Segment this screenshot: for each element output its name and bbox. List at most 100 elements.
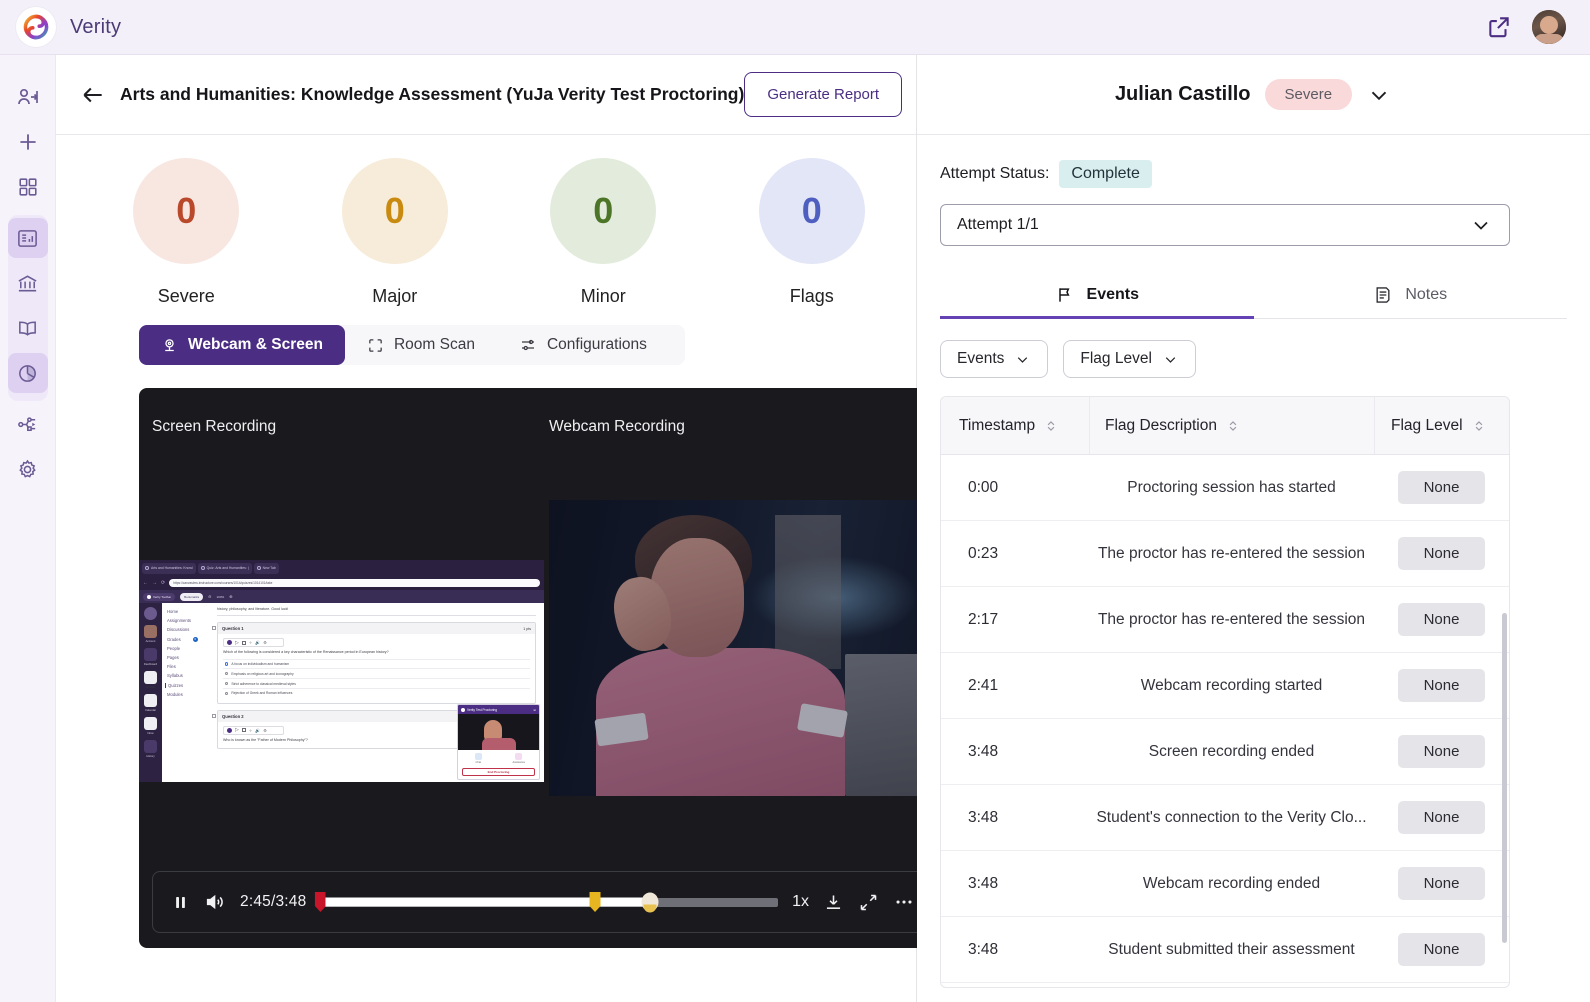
brand-logo-area[interactable]: Verity [16,7,121,47]
course-menu-item[interactable]: Files [167,664,209,669]
nav-forward-icon[interactable]: → [152,580,157,586]
flag-level-badge[interactable]: None [1398,933,1486,966]
course-menu-item[interactable]: Home [167,609,209,614]
table-row[interactable]: 0:00Proctoring session has startedNone [941,455,1509,521]
chevron-down-icon[interactable] [1366,82,1392,108]
generate-report-button[interactable]: Generate Report [744,72,902,117]
table-row[interactable]: 3:48Student's connection to the Verity C… [941,785,1509,851]
tab-notes[interactable]: Notes [1254,272,1568,318]
column-header-flag-description[interactable]: Flag Description [1089,397,1374,454]
column-header-flag-level[interactable]: Flag Level [1374,397,1509,454]
table-row[interactable]: 2:17The proctor has re-entered the sessi… [941,587,1509,653]
canvas-inbox-icon[interactable] [144,717,157,730]
settings-icon[interactable]: ⚙ [263,728,267,733]
browser-tab[interactable]: New Tab [254,563,279,574]
screen-recording-video[interactable]: Arts and Humanities: Knowl Quiz: Arts an… [139,560,544,782]
course-menu-item[interactable]: Pages [167,655,209,660]
canvas-history-icon[interactable] [144,740,157,753]
playhead-handle[interactable] [641,893,658,912]
widget-assistance-button[interactable]: Assistance [499,750,540,766]
sidebar-item-create[interactable] [8,122,48,162]
tab-room-scan[interactable]: Room Scan [345,325,497,365]
browser-tab[interactable]: Arts and Humanities: Knowl [142,563,196,574]
tab-webcam-and-screen[interactable]: Webcam & Screen [139,325,345,365]
filter-events[interactable]: Events [940,340,1048,378]
stop-icon[interactable] [242,728,246,732]
accessibility-icon[interactable] [227,640,232,645]
speaker-icon[interactable]: 🔊 [255,728,260,733]
canvas-dashboard-icon[interactable] [144,648,157,661]
tab-configurations[interactable]: Configurations [497,325,669,365]
event-marker[interactable] [590,892,601,912]
table-row[interactable]: 3:48Webcam recording endedNone [941,851,1509,917]
download-button[interactable] [823,892,844,913]
flag-level-badge[interactable]: None [1398,537,1486,570]
sidebar-item-reports[interactable] [8,218,48,258]
course-menu-item-grades[interactable]: Grades 0 [167,637,209,642]
nav-back-icon[interactable]: ← [143,580,148,586]
play-icon[interactable]: ▷ [235,640,239,646]
progress-bar[interactable] [320,891,778,913]
avatar[interactable] [1532,10,1566,44]
start-marker[interactable] [315,892,326,912]
attempt-select[interactable]: Attempt 1/1 [940,204,1510,246]
sidebar-item-settings[interactable] [8,449,48,489]
browser-url-field[interactable]: https://canvaslms.instructure.com/course… [169,579,540,587]
course-menu-item[interactable]: Modules [167,692,209,697]
answer-option[interactable]: Strict adherence to classical medieval s… [223,678,530,688]
question-flag-checkbox[interactable] [212,626,216,630]
pause-button[interactable] [171,893,190,912]
flag-level-badge[interactable]: None [1398,603,1486,636]
sidebar-item-institution[interactable] [8,263,48,303]
bookmarks-button[interactable]: Bookmarks [180,593,203,601]
tab-events[interactable]: Events [940,272,1254,318]
table-row[interactable]: 3:48Student submitted their assessmentNo… [941,917,1509,983]
sparkle-icon[interactable]: ✧ [249,640,252,645]
zoom-out-icon[interactable]: ⊖ [208,594,211,599]
sidebar-item-dashboard[interactable] [8,167,48,207]
answer-option[interactable]: Rejection of Greek and Roman influences [223,688,530,698]
canvas-courses-icon[interactable] [144,671,157,684]
flag-level-badge[interactable]: None [1398,471,1486,504]
course-menu-item[interactable]: Discussions [167,627,209,632]
stop-icon[interactable] [242,641,246,645]
column-header-timestamp[interactable]: Timestamp [941,397,1089,454]
table-row[interactable]: 3:48Screen recording endedNone [941,719,1509,785]
more-options-button[interactable] [893,891,915,913]
table-row[interactable]: 2:41Webcam recording startedNone [941,653,1509,719]
webcam-recording-video[interactable] [549,500,939,796]
flag-level-badge[interactable]: None [1398,801,1486,834]
volume-button[interactable] [204,891,226,913]
table-row[interactable]: 0:23The proctor has re-entered the sessi… [941,521,1509,587]
course-menu-item[interactable]: Assignments [167,618,209,623]
flag-level-badge[interactable]: None [1398,867,1486,900]
settings-icon[interactable]: ⚙ [263,640,267,645]
end-proctoring-button[interactable]: End Proctoring [462,768,535,776]
zoom-reset-icon[interactable]: ⊕ [229,594,232,599]
flag-level-badge[interactable]: None [1398,669,1486,702]
widget-chat-button[interactable]: Chat [458,750,499,766]
sidebar-item-courses[interactable] [8,308,48,348]
canvas-logo-icon[interactable] [144,607,157,620]
course-menu-item[interactable]: People [167,646,209,651]
playback-speed-button[interactable]: 1x [792,893,809,911]
sidebar-item-add-user[interactable] [8,77,48,117]
sidebar-item-analytics[interactable] [8,353,48,393]
course-menu-item-active[interactable]: Quizzes [165,683,209,688]
question-flag-checkbox[interactable] [212,714,216,718]
canvas-calendar-icon[interactable] [144,694,157,707]
course-menu-item[interactable]: Syllabus [167,673,209,678]
table-scrollbar[interactable] [1502,613,1507,943]
sidebar-item-integrations[interactable] [8,404,48,444]
canvas-account-icon[interactable] [144,625,157,638]
back-arrow-icon[interactable] [80,82,106,108]
fullscreen-button[interactable] [858,892,879,913]
answer-option[interactable]: Emphasis on religious art and iconograph… [223,668,530,678]
filter-flag-level[interactable]: Flag Level [1063,340,1196,378]
verity-toolbar-button[interactable]: Verity Toolbar [143,593,175,601]
browser-tab[interactable]: Quiz: Arts and Humanities: | [198,563,252,574]
minimize-icon[interactable]: ⊖ [533,708,536,712]
nav-reload-icon[interactable]: ⟳ [161,580,165,586]
speaker-icon[interactable]: 🔊 [255,640,260,645]
flag-level-badge[interactable]: None [1398,735,1486,768]
